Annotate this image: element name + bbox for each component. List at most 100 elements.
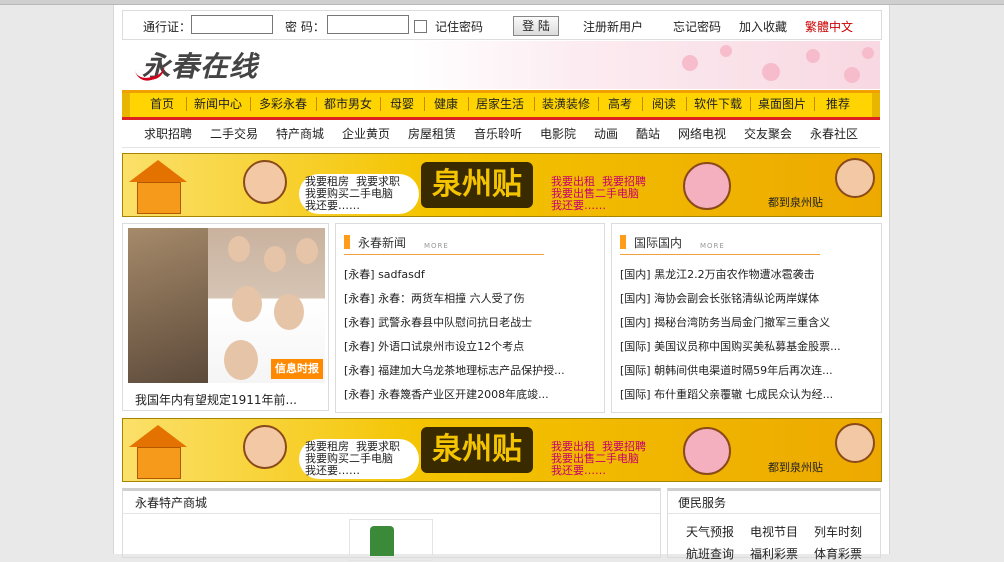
nav-item-software[interactable]: 软件下载 [688, 96, 748, 112]
nav-item-colorful-yongchun[interactable]: 多彩永春 [252, 96, 314, 112]
panel-divider [668, 513, 880, 514]
photo-caption[interactable]: 我国年内有望规定1911年前... [135, 391, 297, 408]
traditional-chinese-link[interactable]: 繁體中文 [805, 18, 853, 35]
main-nav: 首页 新闻中心 多彩永春 都市男女 母婴 健康 居家生活 装潢装修 高考 阅读 … [122, 90, 880, 120]
blossom-decoration-icon [720, 45, 732, 57]
login-button[interactable]: 登 陆 [513, 16, 559, 36]
subnav-item-web-tv[interactable]: 网络电视 [678, 125, 726, 142]
nav-separator [468, 97, 469, 111]
nav-right-cap [872, 93, 880, 117]
nav-item-wallpaper[interactable]: 桌面图片 [752, 96, 812, 112]
section-marker-icon [620, 235, 626, 249]
nav-item-gaokao[interactable]: 高考 [600, 96, 640, 112]
specialty-mall-title: 永春特产商城 [135, 496, 208, 510]
featured-photo[interactable]: 信息时报 [128, 228, 325, 383]
subnav-item-jobs[interactable]: 求职招聘 [144, 125, 192, 142]
banner-right-text: 我要出租 我要招聘 我要出售二手电脑 我还要…… [551, 175, 646, 212]
intl-news-panel: 国际国内 MORE [国内] 黑龙江2.2万亩农作物遭冰雹袭击 [国内] 海协会… [611, 223, 882, 413]
blossom-decoration-icon [762, 63, 780, 81]
blossom-decoration-icon [682, 55, 698, 71]
subnav-item-yellow-pages[interactable]: 企业黄页 [342, 125, 390, 142]
quanzhou-banner-ad[interactable]: 我要租房 我要求职 我要购买二手电脑 我还要…… 泉州贴 我要出租 我要招聘 我… [122, 153, 882, 217]
site-header: 永春在线 [122, 41, 880, 89]
banner-brand-text: 泉州贴 [421, 427, 533, 473]
news-item[interactable]: [永春] 永春篾香产业区开建2008年底竣... [344, 386, 549, 402]
subnav-item-animation[interactable]: 动画 [594, 125, 618, 142]
child-face [228, 236, 250, 262]
banner-go-link[interactable]: 都到泉州贴 [768, 459, 823, 475]
news-item[interactable]: [国际] 布什重蹈父亲覆辙 七成民众认为经... [620, 386, 833, 402]
news-item[interactable]: [国际] 朝韩间供电渠道时隔59年后再次连... [620, 362, 833, 378]
banner-right-text: 我要出租 我要招聘 我要出售二手电脑 我还要…… [551, 440, 646, 477]
nav-item-news-center[interactable]: 新闻中心 [188, 96, 248, 112]
quanzhou-banner-ad[interactable]: 我要租房 我要求职 我要购买二手电脑 我还要…… 泉州贴 我要出租 我要招聘 我… [122, 418, 882, 482]
nav-item-reading[interactable]: 阅读 [644, 96, 684, 112]
news-item[interactable]: [国际] 美国议员称中国购买美私募基金股票... [620, 338, 841, 354]
nav-item-home-life[interactable]: 居家生活 [470, 96, 530, 112]
news-item[interactable]: [永春] sadfasdf [344, 266, 425, 282]
subnav-item-rental[interactable]: 房屋租赁 [408, 125, 456, 142]
nav-separator [380, 97, 381, 111]
news-item[interactable]: [国内] 黑龙江2.2万亩农作物遭冰雹袭击 [620, 266, 815, 282]
password-input[interactable] [327, 15, 409, 34]
subnav-item-cinema[interactable]: 电影院 [540, 125, 576, 142]
services-panel: 便民服务 天气预报 电视节目 列车时刻 航班查询 福利彩票 体育彩票 [667, 488, 881, 561]
panel-divider [123, 513, 660, 514]
yongchun-news-title: 永春新闻 [358, 236, 407, 250]
news-item[interactable]: [国内] 揭秘台湾防务当局金门撤军三重含义 [620, 314, 830, 330]
subnav-item-music[interactable]: 音乐聆听 [474, 125, 522, 142]
service-tv-link[interactable]: 电视节目 [750, 523, 798, 540]
site-logo[interactable]: 永春在线 [134, 45, 258, 85]
forgot-password-link[interactable]: 忘记密码 [673, 18, 721, 35]
house-icon [129, 425, 187, 479]
subnav-item-secondhand[interactable]: 二手交易 [210, 125, 258, 142]
banner-left-text: 我要租房 我要求职 我要购买二手电脑 我还要…… [305, 440, 400, 477]
subnav-item-meetups[interactable]: 交友聚会 [744, 125, 792, 142]
page-container: 通行证： 密 码： 记住密码 登 陆 注册新用户 忘记密码 加入收藏 繁體中文 … [113, 5, 890, 561]
banner-go-link[interactable]: 都到泉州贴 [768, 194, 823, 210]
statue-photo-part [128, 228, 208, 383]
nav-item-health[interactable]: 健康 [426, 96, 466, 112]
subnav-item-community[interactable]: 永春社区 [810, 125, 858, 142]
username-input[interactable] [191, 15, 273, 34]
nav-item-recommend[interactable]: 推荐 [816, 96, 860, 112]
cartoon-pig-icon [683, 427, 731, 475]
password-label: 密 码： [285, 20, 325, 34]
photo-source-tag: 信息时报 [271, 359, 323, 379]
remember-label: 记住密码 [435, 20, 484, 34]
blossom-decoration-icon [844, 67, 860, 83]
service-train-link[interactable]: 列车时刻 [814, 523, 862, 540]
cartoon-girl-icon [243, 425, 287, 469]
nav-separator [534, 97, 535, 111]
register-link[interactable]: 注册新用户 [583, 18, 643, 35]
child-face [224, 340, 258, 380]
nav-separator [316, 97, 317, 111]
nav-separator [814, 97, 815, 111]
service-weather-link[interactable]: 天气预报 [686, 523, 734, 540]
remember-checkbox[interactable] [414, 20, 427, 33]
news-item[interactable]: [永春] 武警永春县中队慰问抗日老战士 [344, 314, 532, 330]
child-face [264, 246, 286, 272]
add-favorite-link[interactable]: 加入收藏 [739, 18, 787, 35]
nav-item-baby[interactable]: 母婴 [382, 96, 422, 112]
news-item[interactable]: [永春] 福建加大乌龙茶地理标志产品保护授... [344, 362, 565, 378]
product-thumbnail[interactable] [349, 519, 433, 561]
subnav-item-specialty-mall[interactable]: 特产商城 [276, 125, 324, 142]
nav-item-urban[interactable]: 都市男女 [318, 96, 378, 112]
nav-separator [598, 97, 599, 111]
subnav-divider [122, 147, 880, 148]
news-item[interactable]: [国内] 海协会副会长张铭清纵论两岸媒体 [620, 290, 819, 306]
news-item[interactable]: [永春] 外语口试泉州市设立12个考点 [344, 338, 524, 354]
yongchun-news-header: 永春新闻 MORE [344, 234, 544, 255]
nav-item-decoration[interactable]: 装潢装修 [536, 96, 596, 112]
yongchun-news-more-link[interactable]: MORE [424, 242, 449, 250]
child-face [232, 286, 262, 322]
services-title: 便民服务 [678, 496, 727, 510]
cartoon-baby-icon [835, 158, 875, 198]
subnav-item-cool-sites[interactable]: 酷站 [636, 125, 660, 142]
news-item[interactable]: [永春] 永春：两货车相撞 六人受了伤 [344, 290, 525, 306]
nav-separator [186, 97, 187, 111]
username-label: 通行证： [143, 20, 192, 34]
intl-news-more-link[interactable]: MORE [700, 242, 725, 250]
nav-item-home[interactable]: 首页 [140, 96, 184, 112]
